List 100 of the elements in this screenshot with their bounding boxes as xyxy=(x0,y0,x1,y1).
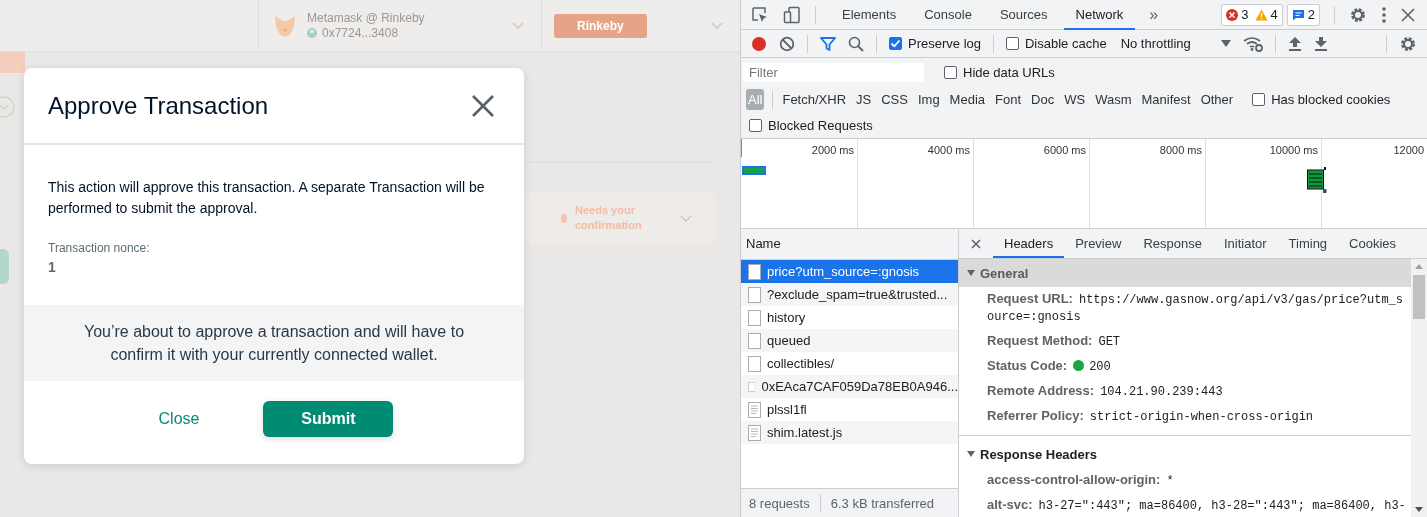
settings-icon[interactable] xyxy=(1349,5,1367,24)
tick-label: 10000 ms xyxy=(1269,144,1318,156)
type-filter[interactable]: Media xyxy=(948,90,987,109)
checkbox-label: Blocked Requests xyxy=(768,118,873,133)
request-row[interactable]: 0xEAca7CAF059Da78EB0A946... xyxy=(741,375,958,398)
type-filter[interactable]: Fetch/XHR xyxy=(781,90,848,109)
scroll-down-icon xyxy=(1415,507,1423,512)
summary-text: 8 requests xyxy=(749,495,810,511)
panel-tab[interactable]: Sources xyxy=(997,0,1050,30)
device-icon[interactable] xyxy=(783,5,801,24)
scrollbar-thumb[interactable] xyxy=(1413,275,1425,319)
detail-tab[interactable]: Initiator xyxy=(1212,229,1278,258)
dialog-description: This action will approve this transaction. A separate Transaction will be performed to submit the approval. xyxy=(48,178,486,218)
detail-tab[interactable]: Cookies xyxy=(1338,229,1408,258)
request-row[interactable]: ?exclude_spam=true&trusted... xyxy=(741,283,958,306)
detail-tab[interactable]: Timing xyxy=(1277,229,1339,258)
panel-tab[interactable]: Elements xyxy=(840,0,899,30)
section-header[interactable]: Response Headers xyxy=(959,440,1411,468)
message-icon xyxy=(1291,8,1305,21)
script-file-icon xyxy=(748,424,761,441)
detail-tab[interactable]: Response xyxy=(1132,229,1213,258)
panel-tab[interactable]: Console xyxy=(922,0,974,30)
type-filter[interactable]: Wasm xyxy=(1094,90,1133,109)
wallet-address: 0x7724...3408 xyxy=(322,25,399,41)
tick-label: 4000 ms xyxy=(927,144,970,156)
search-icon[interactable] xyxy=(848,35,864,52)
error-count: 3 xyxy=(1241,7,1249,22)
checkbox[interactable] xyxy=(889,37,902,50)
checkbox[interactable] xyxy=(749,119,762,132)
detail-tab[interactable]: Headers xyxy=(993,229,1065,258)
header-value: 200 xyxy=(1089,360,1111,374)
type-filter[interactable]: Manifest xyxy=(1140,90,1192,109)
checkbox[interactable] xyxy=(1252,93,1266,106)
header-line: Request URL: https://www.gasnow.org/api/v3/gas/price?utm_source=:gnosis xyxy=(986,290,1404,326)
panel-tab[interactable]: Network xyxy=(1063,0,1136,30)
type-filter[interactable]: Other xyxy=(1199,90,1235,109)
record-icon[interactable] xyxy=(751,35,767,52)
checkbox-label: Has blocked cookies xyxy=(1271,92,1391,107)
checkbox-label: Disable cache xyxy=(1025,36,1107,51)
type-filter[interactable]: WS xyxy=(1063,90,1087,109)
error-icon xyxy=(1226,8,1239,21)
triangle-down-icon xyxy=(967,269,975,277)
issues-counter[interactable]: 3 4 xyxy=(1221,3,1283,26)
type-filter[interactable]: Img xyxy=(916,90,941,109)
filter-icon[interactable] xyxy=(820,35,836,52)
column-header[interactable]: Name xyxy=(741,229,958,260)
request-row[interactable]: shim.latest.js xyxy=(741,421,958,444)
tick-label: 8000 ms xyxy=(1159,144,1202,156)
scrollbar[interactable] xyxy=(1411,259,1427,517)
header-line: access-control-allow-origin: * xyxy=(986,471,1175,490)
notice-text: You’re about to approve a transaction and will have to confirm it with your currently connected wallet. xyxy=(82,322,466,365)
status-text: Needs your confirmation xyxy=(575,203,643,233)
tick-label: 6000 ms xyxy=(1043,144,1086,156)
type-filter[interactable]: CSS xyxy=(880,90,909,109)
settings-icon[interactable] xyxy=(1399,34,1417,53)
request-row[interactable]: plssl1fl xyxy=(741,398,958,421)
script-file-icon xyxy=(748,401,761,418)
submit-button[interactable]: Submit xyxy=(263,400,394,437)
identicon-icon xyxy=(307,28,317,38)
close-button[interactable]: Close xyxy=(154,401,204,436)
checkbox[interactable] xyxy=(1006,37,1019,50)
file-icon xyxy=(748,263,761,280)
file-icon xyxy=(748,309,761,326)
close-icon[interactable] xyxy=(971,238,981,249)
request-row[interactable]: price?utm_source=:gnosis xyxy=(741,260,958,283)
tick-label: 12000 xyxy=(1393,144,1424,156)
chevron-down-icon xyxy=(511,21,525,30)
upload-icon[interactable] xyxy=(1287,35,1302,52)
section-header[interactable]: General xyxy=(959,259,1411,287)
triangle-down-icon xyxy=(967,450,975,458)
inspect-icon[interactable] xyxy=(751,5,769,24)
type-filter[interactable]: Font xyxy=(994,90,1023,109)
file-icon xyxy=(748,332,761,349)
wifi-gear-icon[interactable] xyxy=(1242,35,1263,52)
detail-tab[interactable]: Preview xyxy=(1064,229,1133,258)
nonce-label: Transaction nonce: xyxy=(48,241,151,255)
message-count: 2 xyxy=(1307,7,1315,22)
type-filter[interactable]: JS xyxy=(855,90,873,109)
wallet-name: Metamask @ Rinkeby xyxy=(307,10,426,26)
close-icon[interactable] xyxy=(472,94,494,117)
request-row[interactable]: queued xyxy=(741,329,958,352)
fox-icon xyxy=(273,13,297,38)
request-row[interactable]: history xyxy=(741,306,958,329)
checkbox-label: Hide data URLs xyxy=(963,64,1055,80)
menu-icon[interactable] xyxy=(1381,5,1387,24)
caret-icon xyxy=(1220,40,1231,47)
tick-label: 2000 ms xyxy=(811,144,854,156)
request-bar xyxy=(742,166,766,175)
messages-counter[interactable]: 2 xyxy=(1286,3,1320,26)
filter-field[interactable]: Filter xyxy=(743,62,924,82)
request-row[interactable]: collectibles/ xyxy=(741,352,958,375)
download-icon[interactable] xyxy=(1313,35,1328,52)
checkbox[interactable] xyxy=(944,65,957,79)
header-line: Request Method: GET xyxy=(986,332,1122,351)
close-icon[interactable] xyxy=(1401,7,1415,22)
type-filter[interactable]: Doc xyxy=(1030,90,1056,109)
clear-icon[interactable] xyxy=(779,35,795,52)
throttling-select[interactable]: No throttling xyxy=(1120,36,1231,51)
header-name: Status Code: xyxy=(987,358,1068,373)
more-tabs-button[interactable]: » xyxy=(1149,5,1159,24)
